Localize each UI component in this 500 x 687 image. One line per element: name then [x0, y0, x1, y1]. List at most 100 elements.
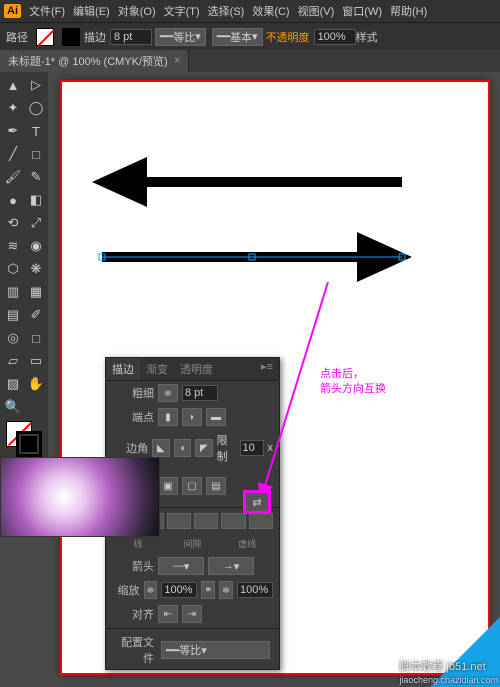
blob-brush-tool[interactable]: ●: [2, 189, 24, 211]
eyedropper-tool[interactable]: ✐: [25, 304, 47, 326]
menu-type[interactable]: 文字(T): [164, 3, 200, 19]
watermark-main: 脚本教程 jb51.net: [399, 661, 485, 673]
arrow-align-label: 对齐: [112, 606, 154, 622]
brush-dropdown[interactable]: ━━ 基本 ▾: [212, 28, 263, 46]
align-center-button[interactable]: ▣: [158, 477, 178, 495]
menu-effect[interactable]: 效果(C): [252, 3, 289, 19]
mesh-tool[interactable]: ▦: [25, 281, 47, 303]
menu-view[interactable]: 视图(V): [298, 3, 335, 19]
corner-bevel-button[interactable]: ◤: [195, 439, 212, 457]
scale-label: 缩放: [112, 582, 140, 598]
document-tab[interactable]: 未标题-1* @ 100% (CMYK/预览) ×: [0, 50, 189, 72]
dash-field-4[interactable]: [194, 513, 218, 529]
dash-field-5[interactable]: [221, 513, 245, 529]
rectangle-tool[interactable]: □: [25, 143, 47, 165]
cap-butt-button[interactable]: ▮: [158, 408, 178, 426]
corner-miter-button[interactable]: ◣: [152, 439, 169, 457]
direct-selection-tool[interactable]: ▷: [25, 74, 47, 96]
limit-unit: x: [268, 442, 274, 454]
dash-label-1: 线: [112, 535, 164, 551]
stroke-label: 描边: [84, 29, 106, 45]
scale-input-1[interactable]: [161, 582, 197, 598]
warp-tool[interactable]: ◉: [25, 235, 47, 257]
fill-stroke-control[interactable]: [2, 421, 47, 457]
width-tool[interactable]: ≋: [2, 235, 24, 257]
gradient-tool[interactable]: ▤: [2, 304, 24, 326]
weight-input[interactable]: [182, 385, 218, 401]
panel-tabs: 描边 渐变 透明度 ▸≡: [106, 358, 279, 381]
menu-select[interactable]: 选择(S): [208, 3, 245, 19]
scale-input-2[interactable]: [237, 582, 273, 598]
stroke-swatch[interactable]: [62, 28, 80, 46]
menu-window[interactable]: 窗口(W): [342, 3, 382, 19]
arrow-start-dropdown[interactable]: — ▾: [158, 557, 204, 575]
document-title: 未标题-1* @ 100% (CMYK/预览): [8, 53, 168, 69]
live-paint-tool[interactable]: □: [25, 327, 47, 349]
swap-arrowheads-button[interactable]: ⇄: [243, 490, 271, 514]
align-outside-button[interactable]: ▤: [206, 477, 226, 495]
scale-stepper-1[interactable]: ≑: [144, 581, 158, 599]
cap-round-button[interactable]: ◗: [182, 408, 202, 426]
menu-help[interactable]: 帮助(H): [390, 3, 427, 19]
menu-file[interactable]: 文件(F): [29, 3, 65, 19]
perspective-tool[interactable]: ▱: [2, 350, 24, 372]
rotate-tool[interactable]: ⟲: [2, 212, 24, 234]
hand-tool[interactable]: ✋: [25, 373, 47, 395]
pen-tool[interactable]: ✒: [2, 120, 24, 142]
arrow-align-extend-button[interactable]: ⇤: [158, 605, 178, 623]
tab-gradient[interactable]: 渐变: [140, 358, 174, 380]
graph-tool[interactable]: ▥: [2, 281, 24, 303]
watermark: 脚本教程 jb51.net jiaocheng.chazidian.com: [399, 657, 498, 685]
slice-tool[interactable]: ▨: [2, 373, 24, 395]
close-tab-icon[interactable]: ×: [174, 55, 180, 67]
align-inside-button[interactable]: ▢: [182, 477, 202, 495]
symbol-tool[interactable]: ❋: [25, 258, 47, 280]
arrow-align-tip-button[interactable]: ⇥: [182, 605, 202, 623]
limit-input[interactable]: [240, 440, 264, 456]
profile-label: 配置文件: [112, 634, 154, 666]
dash-label-3: 虚线: [221, 535, 273, 551]
style-label: 样式: [356, 29, 378, 45]
weight-stepper-icon[interactable]: ≑: [158, 384, 178, 402]
corner-round-button[interactable]: ◖: [174, 439, 191, 457]
dash-label-2: 间隙: [167, 535, 219, 551]
dash-field-3[interactable]: [167, 513, 191, 529]
stroke-box[interactable]: [16, 431, 42, 457]
arrow-left-shape: [92, 152, 412, 212]
artboard-tool[interactable]: ▭: [25, 350, 47, 372]
zoom-tool[interactable]: 🔍: [2, 396, 24, 418]
fill-swatch[interactable]: [36, 28, 54, 46]
cap-label: 端点: [112, 409, 154, 425]
path-label: 路径: [6, 29, 28, 45]
profile-dropdown[interactable]: ━━ 等比 ▾: [161, 641, 270, 659]
panel-menu-icon[interactable]: ▸≡: [255, 358, 279, 380]
width-profile-dropdown[interactable]: ━━ 等比 ▾: [155, 28, 206, 46]
stroke-weight-input[interactable]: [110, 29, 152, 45]
workspace: ▲ ▷ ✦ ◯ ✒ T ╱ □ 🖌 ✎ ● ◧ ⟲ ⤢ ≋ ◉ ⬡ ❋ ▥ ▦ …: [0, 72, 500, 687]
brush-tool[interactable]: 🖌: [2, 166, 24, 188]
tab-transparency[interactable]: 透明度: [174, 358, 219, 380]
arrow-label: 箭头: [112, 558, 154, 574]
dash-field-6[interactable]: [249, 513, 273, 529]
arrow-right-selected[interactable]: [92, 227, 412, 287]
lasso-tool[interactable]: ◯: [25, 97, 47, 119]
annotation-line-1: 点击后，: [320, 367, 386, 382]
scale-link-icon[interactable]: ⚭: [201, 581, 215, 599]
type-tool[interactable]: T: [25, 120, 47, 142]
blend-tool[interactable]: ◎: [2, 327, 24, 349]
menu-object[interactable]: 对象(O): [118, 3, 156, 19]
menu-edit[interactable]: 编辑(E): [73, 3, 110, 19]
opacity-input[interactable]: [314, 29, 356, 45]
shape-builder-tool[interactable]: ⬡: [2, 258, 24, 280]
arrow-end-dropdown[interactable]: → ▾: [208, 557, 254, 575]
pencil-tool[interactable]: ✎: [25, 166, 47, 188]
line-tool[interactable]: ╱: [2, 143, 24, 165]
scale-tool[interactable]: ⤢: [25, 212, 47, 234]
scale-stepper-2[interactable]: ≑: [219, 581, 233, 599]
magic-wand-tool[interactable]: ✦: [2, 97, 24, 119]
selection-tool[interactable]: ▲: [2, 74, 24, 96]
eraser-tool[interactable]: ◧: [25, 189, 47, 211]
overlay-thumbnail: [0, 457, 160, 537]
cap-square-button[interactable]: ▬: [206, 408, 226, 426]
tab-stroke[interactable]: 描边: [106, 358, 140, 380]
